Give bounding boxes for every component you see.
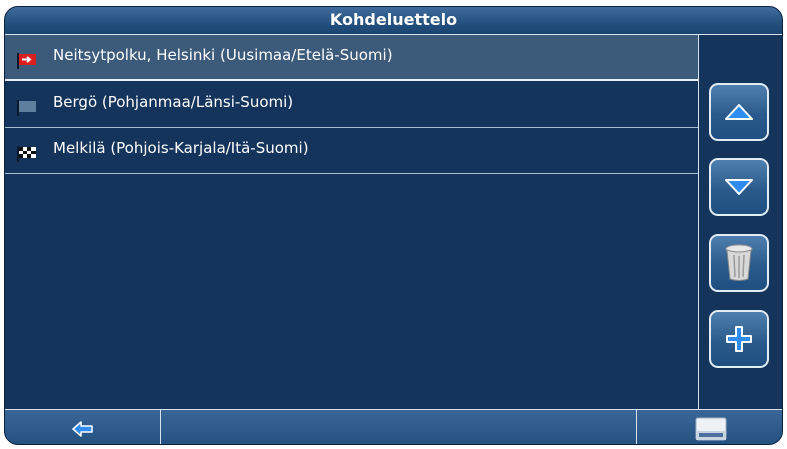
back-button[interactable] (5, 410, 161, 444)
delete-button[interactable] (709, 234, 769, 292)
waypoint-flag-icon (17, 100, 36, 116)
arrow-up-icon (725, 104, 753, 120)
finish-flag-icon (17, 146, 36, 162)
bottom-bar (5, 409, 782, 444)
plus-icon (726, 326, 752, 352)
list-item-label: Neitsytpolku, Helsinki (Uusimaa/Etelä-Su… (53, 46, 393, 64)
page-title: Kohdeluettelo (329, 10, 458, 29)
scroll-down-button[interactable] (709, 158, 769, 216)
destination-list: Neitsytpolku, Helsinki (Uusimaa/Etelä-Su… (5, 35, 699, 409)
start-flag-icon (17, 53, 36, 69)
back-arrow-icon (71, 420, 93, 437)
scroll-up-button[interactable] (709, 83, 769, 141)
title-bar: Kohdeluettelo (5, 7, 782, 35)
keyboard-icon (695, 417, 726, 440)
list-item-start[interactable]: Neitsytpolku, Helsinki (Uusimaa/Etelä-Su… (5, 35, 698, 81)
list-item-label: Bergö (Pohjanmaa/Länsi-Suomi) (53, 93, 294, 111)
keyboard-button[interactable] (636, 410, 782, 444)
action-sidebar (699, 35, 782, 409)
arrow-down-icon (725, 179, 753, 195)
add-button[interactable] (709, 310, 769, 368)
list-item-label: Melkilä (Pohjois-Karjala/Itä-Suomi) (53, 139, 309, 157)
list-item-finish[interactable]: Melkilä (Pohjois-Karjala/Itä-Suomi) (5, 128, 698, 174)
trash-icon (725, 244, 753, 281)
destination-list-window: Kohdeluettelo Neitsytpolku, Helsinki (Uu… (4, 6, 783, 445)
status-area (161, 410, 636, 444)
list-item-waypoint[interactable]: Bergö (Pohjanmaa/Länsi-Suomi) (5, 82, 698, 128)
